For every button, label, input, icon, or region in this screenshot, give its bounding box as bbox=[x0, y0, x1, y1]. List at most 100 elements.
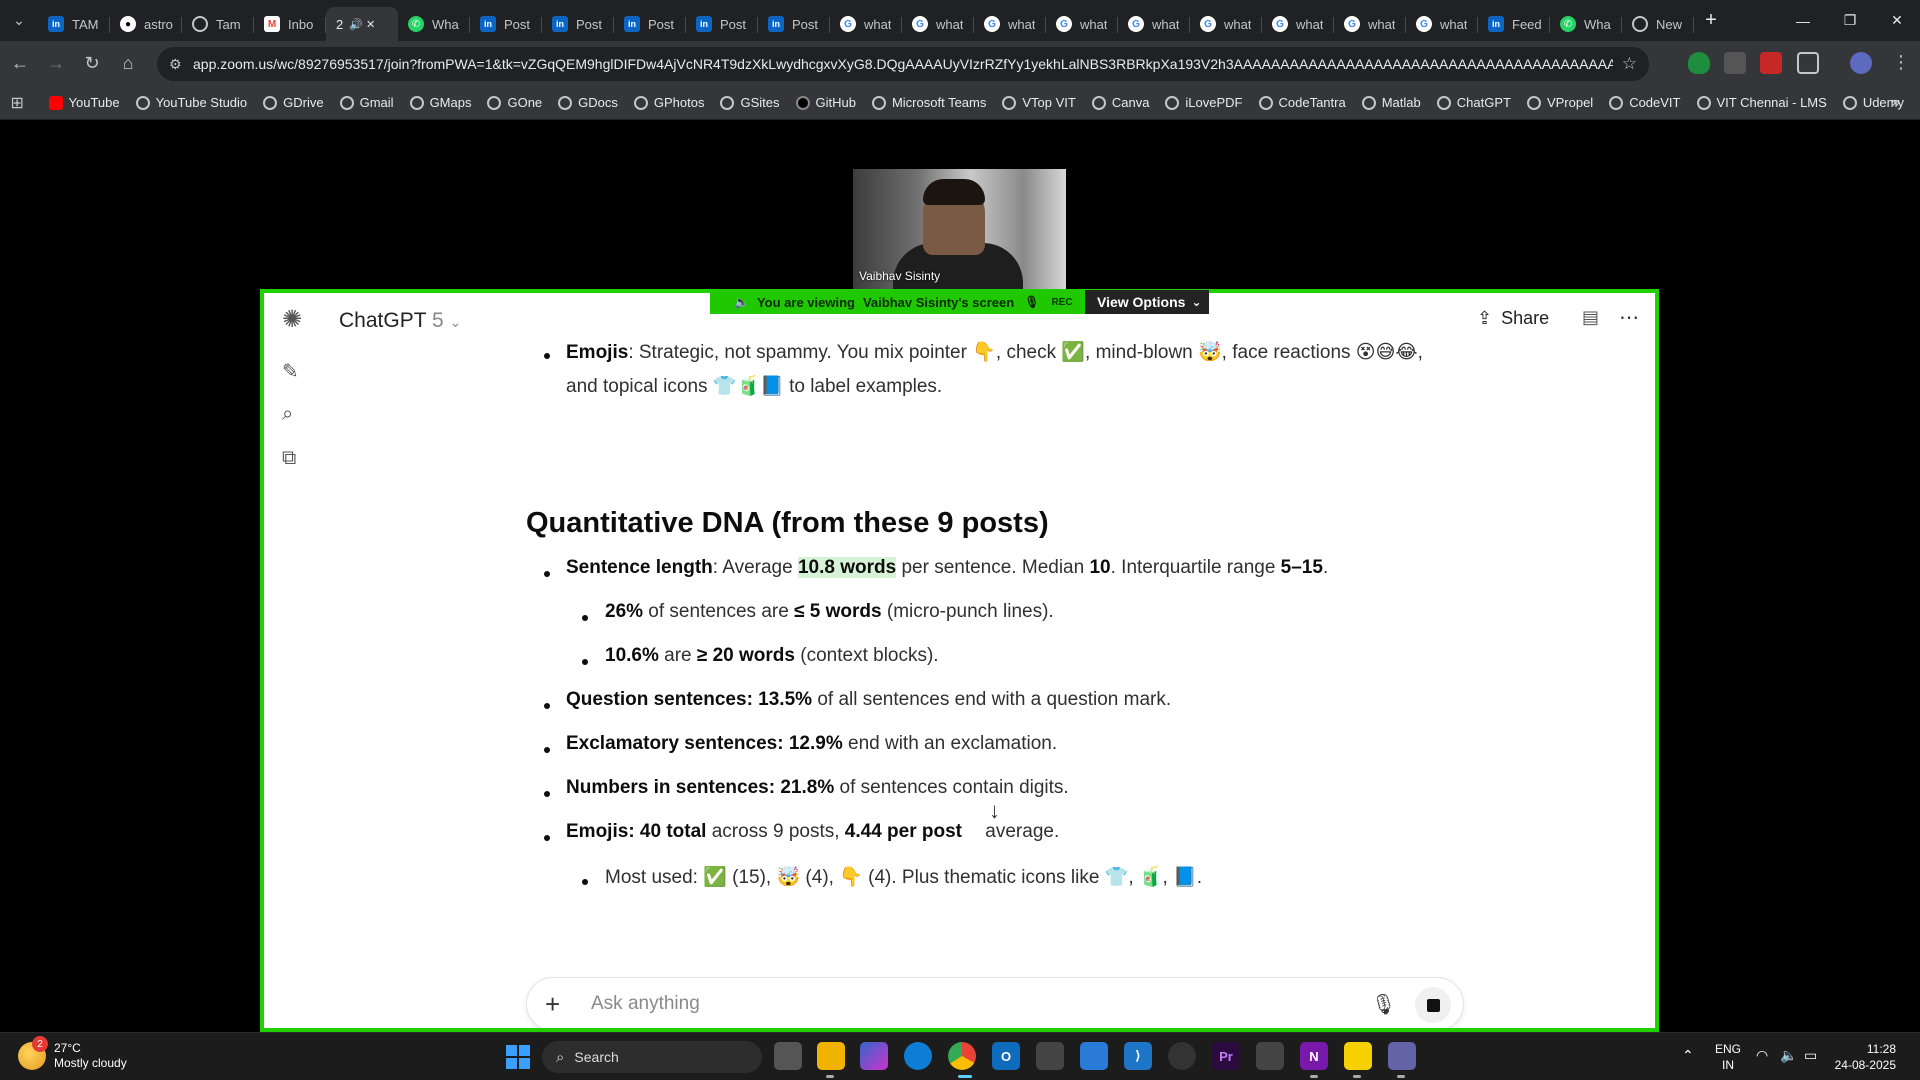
tab-17[interactable]: Gwhat bbox=[1262, 7, 1334, 41]
stop-button[interactable] bbox=[1415, 987, 1451, 1023]
tab-19[interactable]: Gwhat bbox=[1406, 7, 1478, 41]
profile-avatar[interactable] bbox=[1850, 52, 1872, 74]
tab-6[interactable]: in Post bbox=[470, 7, 542, 41]
participant-video-tile[interactable]: Vaibhav Sisinty bbox=[853, 169, 1066, 289]
sticky-notes-icon[interactable] bbox=[1344, 1042, 1372, 1070]
weather-widget[interactable]: 2 27°C Mostly cloudy bbox=[18, 1036, 127, 1071]
tab-0[interactable]: in TAM bbox=[38, 7, 110, 41]
tab-search-chevron-icon[interactable]: ⌄ bbox=[0, 0, 38, 41]
show-hidden-icons[interactable]: ⌃ bbox=[1682, 1047, 1694, 1064]
bookmark-4[interactable]: GMaps bbox=[409, 95, 471, 110]
bookmark-14[interactable]: CodeTantra bbox=[1258, 95, 1346, 110]
language-indicator[interactable]: ENG IN bbox=[1715, 1041, 1741, 1073]
library-icon[interactable]: ⧉ bbox=[282, 447, 296, 470]
chrome-icon[interactable] bbox=[948, 1042, 976, 1070]
task-view-icon[interactable] bbox=[774, 1042, 802, 1070]
composer[interactable]: + Ask anything 🎙 bbox=[526, 977, 1464, 1028]
site-info-icon[interactable]: ⚙ bbox=[169, 56, 193, 73]
bookmark-8[interactable]: GSites bbox=[720, 95, 780, 110]
home-button[interactable]: ⌂ bbox=[112, 48, 144, 80]
vscode-icon[interactable]: ⟩ bbox=[1124, 1042, 1152, 1070]
tab-4[interactable]: 2 🔊 ✕ bbox=[326, 7, 398, 41]
start-button[interactable] bbox=[506, 1045, 530, 1069]
tab-audio-close-icon[interactable]: 🔊 ✕ bbox=[349, 18, 375, 31]
bookmark-11[interactable]: VTop VIT bbox=[1002, 95, 1076, 110]
battery-icon[interactable]: ▭ bbox=[1804, 1047, 1817, 1064]
onenote-icon[interactable]: N bbox=[1300, 1042, 1328, 1070]
extension-shield-icon[interactable] bbox=[1688, 52, 1710, 74]
bookmark-0[interactable]: YouTube bbox=[48, 95, 120, 110]
premiere-icon[interactable]: Pr bbox=[1212, 1042, 1240, 1070]
browser-menu-icon[interactable]: ⋮ bbox=[1890, 52, 1912, 74]
copilot-icon[interactable] bbox=[860, 1042, 888, 1070]
tab-20[interactable]: in Feed bbox=[1478, 7, 1550, 41]
app-icon-2[interactable] bbox=[1168, 1042, 1196, 1070]
zoom-app-icon[interactable] bbox=[1388, 1042, 1416, 1070]
tab-8[interactable]: in Post bbox=[614, 7, 686, 41]
tab-5[interactable]: ✆ Wha bbox=[398, 7, 470, 41]
tab-1[interactable]: ● astro bbox=[110, 7, 182, 41]
tab-22[interactable]: New bbox=[1622, 7, 1694, 41]
composer-input[interactable]: Ask anything bbox=[591, 993, 700, 1015]
tab-15[interactable]: Gwhat bbox=[1118, 7, 1190, 41]
address-bar[interactable]: ⚙ app.zoom.us/wc/89276953517/join?fromPW… bbox=[157, 47, 1649, 81]
file-explorer-icon[interactable] bbox=[817, 1042, 845, 1070]
tab-14[interactable]: Gwhat bbox=[1046, 7, 1118, 41]
bookmark-7[interactable]: GPhotos bbox=[633, 95, 704, 110]
bookmark-15[interactable]: Matlab bbox=[1361, 95, 1421, 110]
tab-2[interactable]: Tam bbox=[182, 7, 254, 41]
url-text[interactable]: app.zoom.us/wc/89276953517/join?fromPWA=… bbox=[193, 56, 1613, 72]
more-bookmarks-chevron-icon[interactable]: » bbox=[1891, 94, 1900, 112]
volume-icon[interactable]: 🔈 bbox=[1780, 1047, 1797, 1064]
back-button[interactable]: ← bbox=[4, 48, 36, 80]
outlook-icon[interactable]: O bbox=[992, 1042, 1020, 1070]
bookmark-3[interactable]: Gmail bbox=[339, 95, 394, 110]
scroll-down-arrow-icon[interactable]: ↓ bbox=[989, 798, 1000, 824]
plus-icon[interactable]: + bbox=[545, 989, 560, 1020]
tab-18[interactable]: Gwhat bbox=[1334, 7, 1406, 41]
edge-icon[interactable] bbox=[904, 1042, 932, 1070]
tab-21[interactable]: ✆ Wha bbox=[1550, 7, 1622, 41]
model-selector[interactable]: ChatGPT 5 ⌄ bbox=[339, 309, 461, 333]
more-options-icon[interactable]: ⋯ bbox=[1619, 305, 1639, 330]
bookmark-2[interactable]: GDrive bbox=[263, 95, 324, 110]
tab-10[interactable]: in Post bbox=[758, 7, 830, 41]
bookmark-16[interactable]: ChatGPT bbox=[1436, 95, 1511, 110]
bookmark-18[interactable]: CodeVIT bbox=[1609, 95, 1681, 110]
bookmark-12[interactable]: Canva bbox=[1091, 95, 1149, 110]
store-icon[interactable] bbox=[1036, 1042, 1064, 1070]
wifi-icon[interactable]: ◠ bbox=[1756, 1047, 1768, 1064]
bookmark-17[interactable]: VPropel bbox=[1526, 95, 1593, 110]
extension-camera-icon[interactable] bbox=[1724, 52, 1746, 74]
restore-button[interactable]: ❐ bbox=[1827, 0, 1873, 41]
extensions-puzzle-icon[interactable] bbox=[1797, 52, 1819, 74]
tab-12[interactable]: Gwhat bbox=[902, 7, 974, 41]
apps-grid-icon[interactable]: ⊞ bbox=[0, 93, 35, 113]
bookmark-6[interactable]: GDocs bbox=[558, 95, 618, 110]
tab-13[interactable]: Gwhat bbox=[974, 7, 1046, 41]
bookmark-9[interactable]: GitHub bbox=[795, 95, 856, 110]
canvas-doc-icon[interactable]: ▤ bbox=[1582, 307, 1599, 328]
bookmark-13[interactable]: iLovePDF bbox=[1165, 95, 1243, 110]
share-button[interactable]: ⇪ Share bbox=[1477, 308, 1549, 329]
search-icon[interactable]: ⌕ bbox=[282, 403, 293, 426]
microphone-icon[interactable]: 🎙 bbox=[1371, 992, 1396, 1017]
tab-11[interactable]: Gwhat bbox=[830, 7, 902, 41]
bookmark-1[interactable]: YouTube Studio bbox=[135, 95, 247, 110]
new-tab-button[interactable]: + bbox=[1694, 9, 1728, 32]
minimize-button[interactable]: — bbox=[1780, 0, 1826, 41]
bookmark-5[interactable]: GOne bbox=[487, 95, 542, 110]
reload-button[interactable]: ↻ bbox=[76, 48, 108, 80]
system-clock[interactable]: 11:28 24-08-2025 bbox=[1835, 1041, 1896, 1073]
view-options-button[interactable]: View Options ⌄ bbox=[1085, 290, 1209, 314]
tab-3[interactable]: M Inbo bbox=[254, 7, 326, 41]
close-window-button[interactable]: ✕ bbox=[1874, 0, 1920, 41]
bookmark-19[interactable]: VIT Chennai - LMS bbox=[1696, 95, 1827, 110]
tab-7[interactable]: in Post bbox=[542, 7, 614, 41]
taskbar-search[interactable]: ⌕ Search bbox=[542, 1041, 762, 1073]
new-chat-icon[interactable]: ✎ bbox=[282, 359, 299, 384]
chatgpt-logo-icon[interactable]: ✺ bbox=[282, 305, 302, 334]
tab-16[interactable]: Gwhat bbox=[1190, 7, 1262, 41]
bookmark-star-icon[interactable]: ☆ bbox=[1622, 54, 1637, 74]
snipping-tool-icon[interactable] bbox=[1256, 1042, 1284, 1070]
